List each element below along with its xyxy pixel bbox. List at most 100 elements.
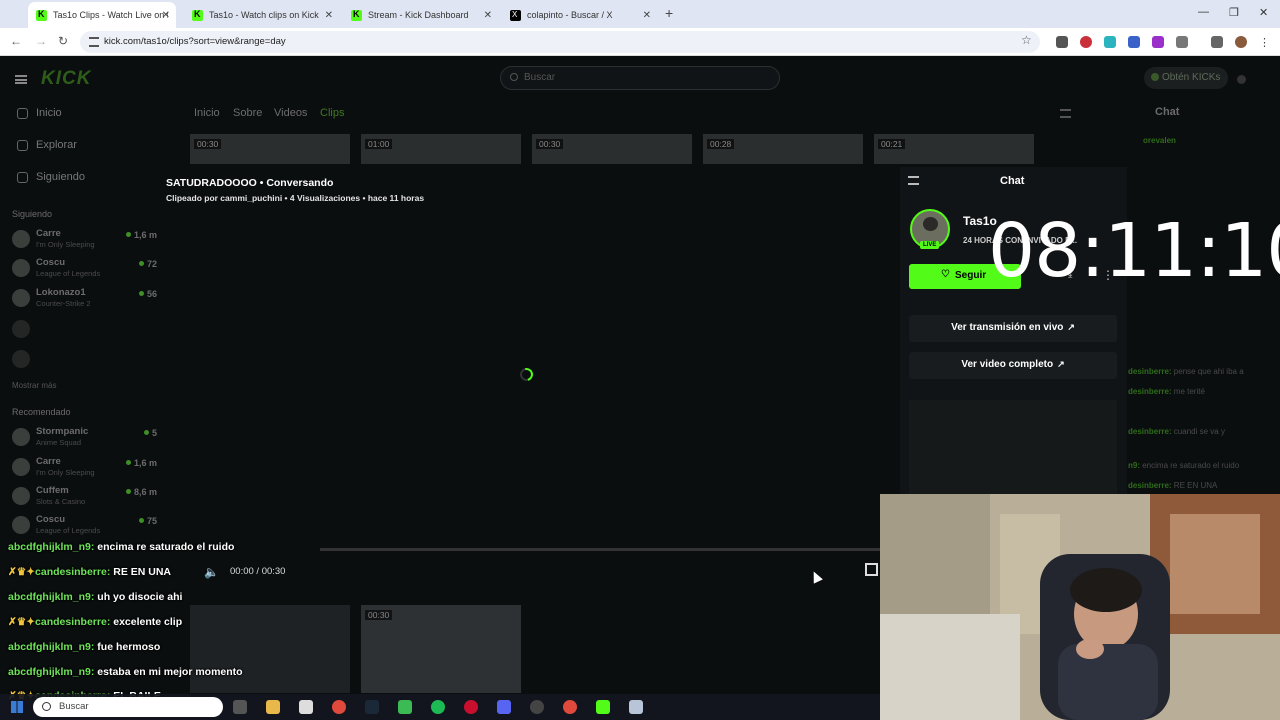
forward-icon[interactable]: → [35,34,47,48]
bookmark-star-icon[interactable]: ☆ [1021,33,1032,47]
home-icon [17,107,28,119]
panel-content-area [909,400,1117,494]
kick-logo[interactable]: KICK [41,68,91,90]
avatar [12,458,30,476]
clip-meta: Clipeado por cammi_puchini • 4 Visualiza… [166,193,425,203]
clip-thumbnail[interactable]: 00:30 [532,134,692,164]
avatar [12,516,30,534]
sidebar-item-inicio[interactable]: Inicio [17,107,62,119]
watch-live-button[interactable]: Ver transmisión en vivo ↗ [909,315,1117,342]
recommended-channel[interactable]: Stormpanic Anime Squad 5 [12,426,157,452]
app-icon[interactable] [629,700,643,714]
kick-favicon-icon [192,9,203,21]
panel-menu-icon[interactable] [908,176,919,185]
recommended-channel[interactable]: Coscu League of Legends 75 [12,514,157,540]
kick-favicon-icon [351,9,362,21]
close-window-icon[interactable]: ✕ [1259,6,1268,19]
discord-icon[interactable] [497,700,511,714]
collapse-chat-icon[interactable] [1060,109,1071,118]
followed-channel[interactable]: Carre I'm Only Sleeping 1,6 m [12,228,157,254]
extension-icon[interactable] [1128,36,1140,48]
tab-videos[interactable]: Videos [274,107,307,119]
show-more-link[interactable]: Mostrar más [12,381,56,390]
minimize-icon[interactable]: — [1198,6,1209,18]
clip-thumbnail[interactable] [190,605,350,693]
browser-tab[interactable]: Stream - Kick Dashboard ✕ [343,2,498,28]
clip-thumbnail[interactable]: 00:28 [703,134,863,164]
app-icon[interactable] [398,700,412,714]
extension-icon[interactable] [1104,36,1116,48]
kick-favicon-icon [36,9,47,21]
watch-full-video-button[interactable]: Ver video completo ↗ [909,352,1117,379]
clip-thumbnail[interactable]: 00:30 [190,134,350,164]
extension-icon[interactable] [1056,36,1068,48]
get-kicks-button[interactable]: Obtén KICKs [1144,67,1228,89]
reading-list-icon[interactable] [1211,36,1223,48]
tab-clips[interactable]: Clips [320,107,344,119]
kick-icon[interactable] [596,700,610,714]
browser-tab-bar: Tas1o Clips - Watch Live on Kick ✕ Tas1o… [0,0,1280,28]
avatar [12,320,30,338]
site-settings-icon[interactable] [89,37,99,47]
overlay-chat-message: abcdfghijklm_n9: uh yo disocie ahi [8,591,183,603]
sidebar-item-siguiendo[interactable]: Siguiendo [17,171,85,183]
chrome-icon[interactable] [563,700,577,714]
browser-menu-icon[interactable]: ⋮ [1259,36,1271,49]
search-icon [42,702,51,711]
user-avatar[interactable] [1237,75,1246,84]
video-time: 00:00 / 00:30 [230,566,286,577]
browser-tab[interactable]: Tas1o Clips - Watch Live on Kick ✕ [28,2,176,28]
close-tab-icon[interactable]: ✕ [162,10,170,21]
bg-chat-message: desinberre: cuandi se va y [1128,427,1225,436]
external-link-icon: ↗ [1067,322,1075,332]
windows-start-icon[interactable] [11,701,23,713]
close-tab-icon[interactable]: ✕ [643,10,651,21]
recommended-channel[interactable]: Carre I'm Only Sleeping 1,6 m [12,456,157,482]
followed-channel[interactable]: Coscu League of Legends 72 [12,257,157,283]
recommended-channel[interactable]: Cuffem Slots & Casino 8,6 m [12,485,157,511]
video-progress-bar[interactable] [320,548,880,551]
followed-channel[interactable]: Lokonazo1 Counter-Strike 2 56 [12,287,157,313]
url-field[interactable]: kick.com/tas1o/clips?sort=view&range=day [80,31,1040,53]
search-input[interactable]: Buscar [500,66,780,90]
puzzle-icon[interactable] [1176,36,1188,48]
chrome-icon[interactable] [332,700,346,714]
heart-icon: ♡ [941,269,950,280]
sidebar-toggle-icon[interactable] [15,75,27,84]
panel-title: Chat [1000,175,1025,187]
browser-tab[interactable]: Tas1o - Watch clips on Kick ✕ [184,2,339,28]
obs-icon[interactable] [530,700,544,714]
mouse-cursor-icon [809,569,823,584]
tab-inicio[interactable]: Inicio [194,107,220,119]
new-tab-icon[interactable]: + [665,5,673,21]
reload-icon[interactable]: ↻ [58,34,68,48]
app-icon[interactable] [299,700,313,714]
bg-chat-message: n9: encima re saturado el ruido [1128,461,1240,470]
volume-icon[interactable]: 🔈 [204,565,219,579]
browser-tab[interactable]: colapinto - Buscar / X ✕ [502,2,657,28]
steam-icon[interactable] [365,700,379,714]
opera-icon[interactable] [464,700,478,714]
avatar [12,230,30,248]
fullscreen-icon[interactable] [865,563,878,576]
file-explorer-icon[interactable] [266,700,280,714]
extension-icon[interactable] [1080,36,1092,48]
followed-channel-offline[interactable] [12,318,157,344]
sidebar-item-explorar[interactable]: Explorar [17,139,77,151]
task-view-icon[interactable] [233,700,247,714]
spotify-icon[interactable] [431,700,445,714]
tab-sobre[interactable]: Sobre [233,107,262,119]
close-tab-icon[interactable]: ✕ [325,10,333,21]
taskbar-search-input[interactable]: Buscar [33,697,223,717]
clip-thumbnail[interactable]: 01:00 [361,134,521,164]
following-section-title: Siguiendo [12,209,53,219]
close-tab-icon[interactable]: ✕ [484,10,492,21]
followed-channel-offline[interactable] [12,348,157,374]
clip-thumbnail[interactable]: 00:21 [874,134,1034,164]
restore-icon[interactable]: ❐ [1229,6,1239,19]
clip-thumbnail[interactable]: 00:30 [361,605,521,693]
profile-avatar-icon[interactable] [1235,36,1247,48]
overlay-chat-message: abcdfghijklm_n9: estaba en mi mejor mome… [8,666,243,678]
extension-icon[interactable] [1152,36,1164,48]
back-icon[interactable]: ← [10,34,22,48]
